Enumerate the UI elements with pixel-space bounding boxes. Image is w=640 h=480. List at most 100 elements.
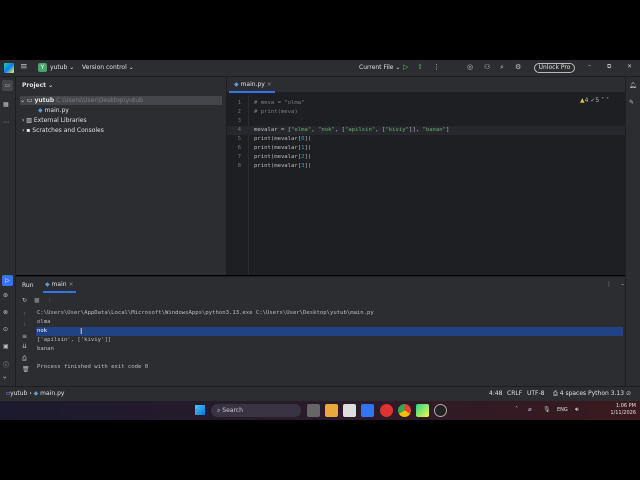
- store-icon[interactable]: [343, 404, 356, 417]
- close-window-button[interactable]: ✕: [627, 63, 632, 70]
- close-tab-icon[interactable]: ×: [267, 81, 272, 88]
- code-token: "apilsin": [344, 127, 376, 133]
- line-number: 5: [237, 136, 241, 142]
- problems-icon[interactable]: ⓘ: [3, 360, 9, 369]
- services-icon[interactable]: ⊙: [3, 326, 8, 333]
- language-indicator[interactable]: ENG: [557, 407, 568, 413]
- run-tool-icon[interactable]: ▷: [2, 275, 13, 286]
- down-icon[interactable]: ↓: [22, 321, 27, 328]
- version-control-icon[interactable]: ⑂: [3, 375, 7, 382]
- clear-all-icon[interactable]: 🗑︎: [22, 366, 30, 373]
- app-icon[interactable]: [361, 404, 374, 417]
- tab-main-py[interactable]: ◆ main.py ×: [229, 77, 275, 93]
- interpreter-selector[interactable]: Python 3.13: [588, 390, 624, 397]
- code-line[interactable]: 5 print(mevalar[0]): [227, 135, 625, 144]
- file-encoding[interactable]: UTF-8: [527, 390, 545, 397]
- run-config-selector[interactable]: Current File ⌄: [359, 64, 400, 71]
- console-line: olma: [37, 319, 51, 325]
- restore-button[interactable]: ⧉: [607, 63, 611, 71]
- vcs-selector[interactable]: Version control ⌄: [82, 64, 134, 71]
- ai-assistant-icon[interactable]: ◎: [467, 63, 473, 71]
- code-text: # print(meva): [254, 108, 298, 117]
- tree-item-external-libraries[interactable]: › ▥ External Libraries: [22, 116, 87, 125]
- breadcrumb[interactable]: ▫yutub › ◆ main.py: [6, 390, 64, 397]
- run-tab-main[interactable]: ◆ main ×: [43, 278, 76, 293]
- project-avatar: Y: [38, 63, 47, 72]
- run-icon[interactable]: ▷: [403, 63, 408, 71]
- stop-icon[interactable]: ■: [34, 297, 40, 304]
- line-number: 3: [237, 118, 241, 124]
- code-line[interactable]: 4 mevalar = ["olma", "nok", ["apilsin", […: [227, 126, 625, 135]
- run-options-icon[interactable]: ⋮: [606, 281, 612, 288]
- more-run-actions-icon[interactable]: ⋮: [47, 297, 53, 304]
- minimize-button[interactable]: –: [588, 62, 591, 69]
- tree-root[interactable]: ⌄ ▭ yutub C:\Users\User\Desktop\yutub: [20, 96, 222, 105]
- line-number: 7: [237, 154, 241, 160]
- status-bar: ▫yutub › ◆ main.py 4:48 CRLF UTF-8 ⎙ 4 s…: [0, 386, 640, 401]
- code-token: # meva = "olma": [254, 100, 305, 106]
- search-icon[interactable]: ⌕: [500, 63, 504, 72]
- code-token: mevalar = [: [254, 127, 292, 133]
- main-menu-icon[interactable]: ≡: [20, 62, 28, 72]
- project-tool-icon[interactable]: ▭: [2, 80, 13, 91]
- rerun-icon[interactable]: ↻: [22, 297, 27, 304]
- hide-panel-icon[interactable]: –: [621, 281, 624, 288]
- code-line[interactable]: 2 # print(meva): [227, 108, 625, 117]
- chrome-icon[interactable]: [398, 404, 411, 417]
- indent-setting[interactable]: ⎙ 4 spaces: [553, 390, 586, 398]
- project-panel-title[interactable]: Project ⌄: [22, 82, 53, 89]
- task-view-icon[interactable]: [307, 404, 320, 417]
- start-button[interactable]: [195, 405, 205, 415]
- clock[interactable]: 1:06 PM 1/11/2026: [608, 403, 636, 417]
- more-actions-icon[interactable]: ⋮: [433, 63, 440, 71]
- settings-icon[interactable]: ⚙: [515, 63, 521, 71]
- tree-item-scratches[interactable]: › ▪ Scratches and Consoles: [22, 126, 104, 135]
- code-text: print(mevalar[3]): [254, 162, 311, 171]
- more-tools-icon[interactable]: ⋯: [3, 119, 9, 126]
- unlock-pro-button[interactable]: Unlock Pro: [534, 63, 575, 73]
- wps-icon[interactable]: [380, 404, 393, 417]
- network-icon[interactable]: ⌀: [528, 406, 532, 413]
- ai-chat-icon[interactable]: ✎: [629, 99, 634, 106]
- date: 1/11/2026: [610, 410, 636, 416]
- editor: ◆ main.py × ▲4 ✓5 ˄ ˅ 1 # meva = "olma" 2 #…: [227, 77, 625, 275]
- caret-position[interactable]: 4:48: [489, 390, 502, 397]
- root-name: yutub: [34, 97, 55, 104]
- line-separator[interactable]: CRLF: [507, 390, 522, 397]
- code-line[interactable]: 3: [227, 117, 625, 126]
- scroll-to-end-icon[interactable]: ⇊: [22, 343, 27, 350]
- code-line[interactable]: 6 print(mevalar[1]): [227, 144, 625, 153]
- terminal-icon[interactable]: ▣: [3, 343, 9, 350]
- close-run-tab-icon[interactable]: ×: [68, 281, 73, 288]
- search-box[interactable]: ⌕ Search: [211, 404, 301, 417]
- volume-icon[interactable]: 🔊︎: [575, 406, 579, 414]
- code-token: "banan": [422, 127, 447, 133]
- tray-chevron-icon[interactable]: ˄: [515, 406, 518, 413]
- print-icon[interactable]: ⎙: [22, 355, 27, 363]
- project-name: yutub: [50, 64, 68, 71]
- soft-wrap-icon[interactable]: ≡: [22, 333, 27, 340]
- file-explorer-icon[interactable]: [325, 404, 338, 417]
- lock-icon[interactable]: ⊘: [626, 390, 631, 397]
- code-with-me-icon[interactable]: ⚇: [484, 63, 490, 71]
- up-icon[interactable]: ↑: [22, 311, 27, 318]
- code-line[interactable]: 8 print(mevalar[3]): [227, 162, 625, 171]
- code-token: ]: [446, 127, 450, 133]
- code-line[interactable]: 7 print(mevalar[2]): [227, 153, 625, 162]
- run-config-label: Current File: [359, 64, 394, 71]
- project-selector[interactable]: yutub ⌄: [50, 64, 74, 71]
- obs-icon[interactable]: [434, 404, 447, 417]
- python-packages-icon[interactable]: ⊛: [3, 292, 8, 299]
- python-file-icon: ◆: [38, 107, 43, 114]
- microphone-icon[interactable]: 🎙︎: [543, 406, 551, 413]
- debug-icon[interactable]: ⇧: [417, 63, 423, 71]
- code-line[interactable]: 1 # meva = "olma": [227, 99, 625, 108]
- structure-tool-icon[interactable]: ▦: [3, 101, 9, 108]
- line-number: 4: [237, 127, 241, 133]
- editor-tabs: ◆ main.py ×: [227, 77, 625, 93]
- pycharm-taskbar-icon[interactable]: [416, 404, 429, 417]
- tree-item-main-py[interactable]: ◆ main.py: [38, 106, 69, 115]
- notifications-icon[interactable]: 🔔︎: [629, 82, 637, 89]
- python-console-icon[interactable]: ⊗: [3, 309, 8, 316]
- ext-libs-label: External Libraries: [33, 117, 87, 124]
